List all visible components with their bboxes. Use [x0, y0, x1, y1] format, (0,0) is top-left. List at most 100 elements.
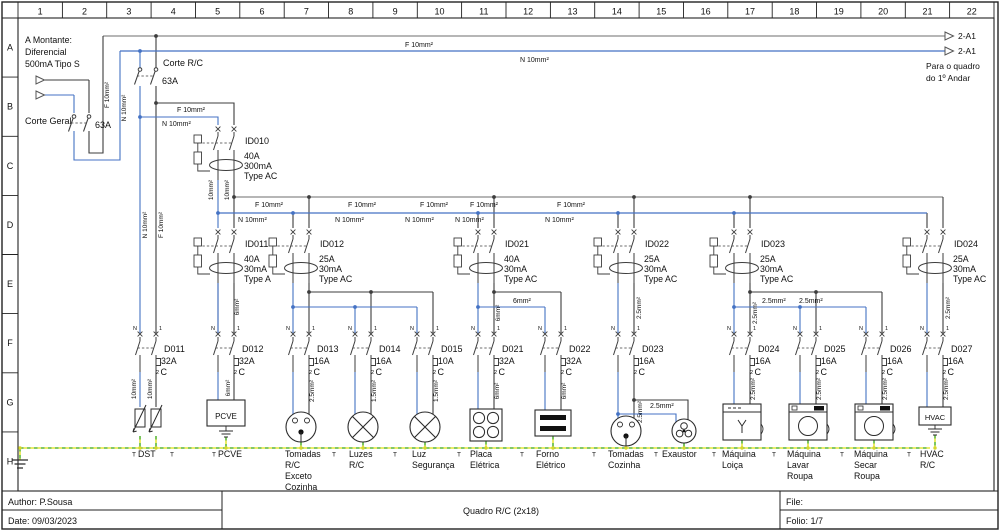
- rcd-type: Type AC: [953, 274, 987, 284]
- breaker-id: D026: [890, 344, 912, 354]
- circuit-name: Máquina: [787, 449, 821, 459]
- breaker-pole-1: 1: [312, 326, 315, 332]
- breaker-pole-1: 1: [237, 326, 240, 332]
- rcd-sensitivity: 30mA: [504, 264, 527, 274]
- ruler-column-label: 6: [259, 7, 264, 17]
- junction-dot: [232, 195, 236, 199]
- load-luzes-rc: [348, 412, 378, 442]
- ruler-column-label: 19: [834, 7, 844, 17]
- breaker-curve: C: [755, 367, 762, 377]
- hvac-box-label: HVAC: [925, 413, 946, 422]
- ruler-column-label: 8: [348, 7, 353, 17]
- rcd-type: Type AC: [760, 274, 794, 284]
- wire-size-label: N 10mm²: [405, 217, 434, 224]
- junction-dot-neutral: [732, 211, 736, 215]
- ruler-column-label: 7: [304, 7, 309, 17]
- ruler-row-label: B: [7, 102, 13, 112]
- ruler-column-label: 10: [434, 7, 444, 17]
- earth-t-mark: T: [654, 452, 658, 459]
- breaker-pole-1: 1: [159, 326, 162, 332]
- outgoing-ref-bottom: 2-A1: [958, 46, 976, 56]
- breaker-curve: C: [821, 367, 828, 377]
- breaker-pole-n: N: [611, 326, 615, 332]
- breaker-id: D014: [379, 344, 401, 354]
- ruler-column-label: 5: [215, 7, 220, 17]
- load-luz-seguranca: [410, 412, 440, 442]
- breaker-pole-1: 1: [436, 326, 439, 332]
- titleblock-folio: Folio: 1/7: [786, 516, 823, 526]
- breaker-id: D023: [642, 344, 664, 354]
- breaker-pole-n: N: [286, 326, 290, 332]
- load-maquina-loica: [723, 404, 763, 440]
- rcd-type: Type AC: [319, 274, 353, 284]
- wire-size-label: 6mm²: [495, 304, 502, 321]
- circuit-name: R/C: [349, 460, 365, 470]
- rcd-type: Type AC: [644, 274, 678, 284]
- breaker-pole-2: 2: [816, 370, 819, 376]
- wire-size-label: N 10mm²: [142, 211, 149, 239]
- wire-size-label: F 10mm²: [405, 42, 434, 49]
- load-forno: [535, 410, 571, 436]
- breaker-rating: 16A: [376, 356, 392, 366]
- breaker-id: D025: [824, 344, 846, 354]
- junction-dot-neutral: [291, 305, 295, 309]
- junction-dot: [632, 195, 636, 199]
- breaker-rating: 32A: [499, 356, 515, 366]
- rcd-sensitivity: 300mA: [244, 161, 272, 171]
- circuit-name: Luzes: [349, 449, 373, 459]
- circuit-name: DST: [138, 449, 156, 459]
- breaker-pole-2: 2: [750, 370, 753, 376]
- ruler-row-label: D: [7, 220, 14, 230]
- titleblock-date: Date: 09/03/2023: [8, 516, 77, 526]
- breaker-pole-2: 2: [943, 370, 946, 376]
- outgoing-note: do 1º Andar: [926, 73, 970, 83]
- breaker-id: D015: [441, 344, 463, 354]
- upstream-note: Diferencial: [25, 47, 67, 57]
- rcd-rating: 40A: [244, 151, 260, 161]
- breaker-pole-2: 2: [309, 370, 312, 376]
- wire-size-label: 2.5mm²: [943, 377, 950, 400]
- junction-dot: [814, 290, 818, 294]
- circuit-name: PCVE: [218, 449, 242, 459]
- ruler-column-label: 9: [393, 7, 398, 17]
- breaker-pole-n: N: [410, 326, 414, 332]
- rcd-id: ID010: [245, 136, 269, 146]
- breaker-pole-1: 1: [497, 326, 500, 332]
- ruler-column-label: 2: [82, 7, 87, 17]
- junction-dot-neutral: [476, 305, 480, 309]
- titleblock-author: Author: P.Sousa: [8, 497, 72, 507]
- earth-t-mark: T: [840, 452, 844, 459]
- wire-size-label: 6mm²: [513, 298, 532, 305]
- junction-dot: [369, 290, 373, 294]
- circuit-name: Roupa: [787, 471, 813, 481]
- junction-dot: [307, 290, 311, 294]
- rc-switch-rating: 63A: [162, 76, 178, 86]
- earth-t-mark: T: [457, 452, 461, 459]
- circuit-name: Tomadas: [608, 449, 644, 459]
- ruler-row-label: A: [7, 43, 13, 53]
- earth-t-mark: T: [520, 452, 524, 459]
- main-switch-rating: 63A: [95, 120, 111, 130]
- junction-dot: [154, 101, 158, 105]
- wire-size-label: 6mm²: [234, 298, 241, 315]
- circuit-name: HVAC: [920, 449, 944, 459]
- breaker-curve: C: [376, 367, 383, 377]
- circuit-name: Placa: [470, 449, 492, 459]
- wire-size-label: F 10mm²: [470, 202, 499, 209]
- breaker-pole-2: 2: [634, 370, 637, 376]
- breaker-pole-1: 1: [564, 326, 567, 332]
- rc-switch-label: Corte R/C: [163, 58, 204, 68]
- rcd-id: ID023: [761, 239, 785, 249]
- breaker-pole-n: N: [727, 326, 731, 332]
- ruler-column-label: 3: [126, 7, 131, 17]
- wire-size-label: F 10mm²: [557, 202, 586, 209]
- ruler-column-label: 14: [612, 7, 622, 17]
- wire-size-label: F 10mm²: [104, 81, 111, 108]
- breaker-curve: C: [566, 367, 573, 377]
- ruler-row-label: C: [7, 161, 14, 171]
- earth-t-mark: T: [712, 452, 716, 459]
- breaker-pole-2: 2: [371, 370, 374, 376]
- ruler-row-label: E: [7, 279, 13, 289]
- outgoing-ref-top: 2-A1: [958, 31, 976, 41]
- ruler-column-label: 21: [922, 7, 932, 17]
